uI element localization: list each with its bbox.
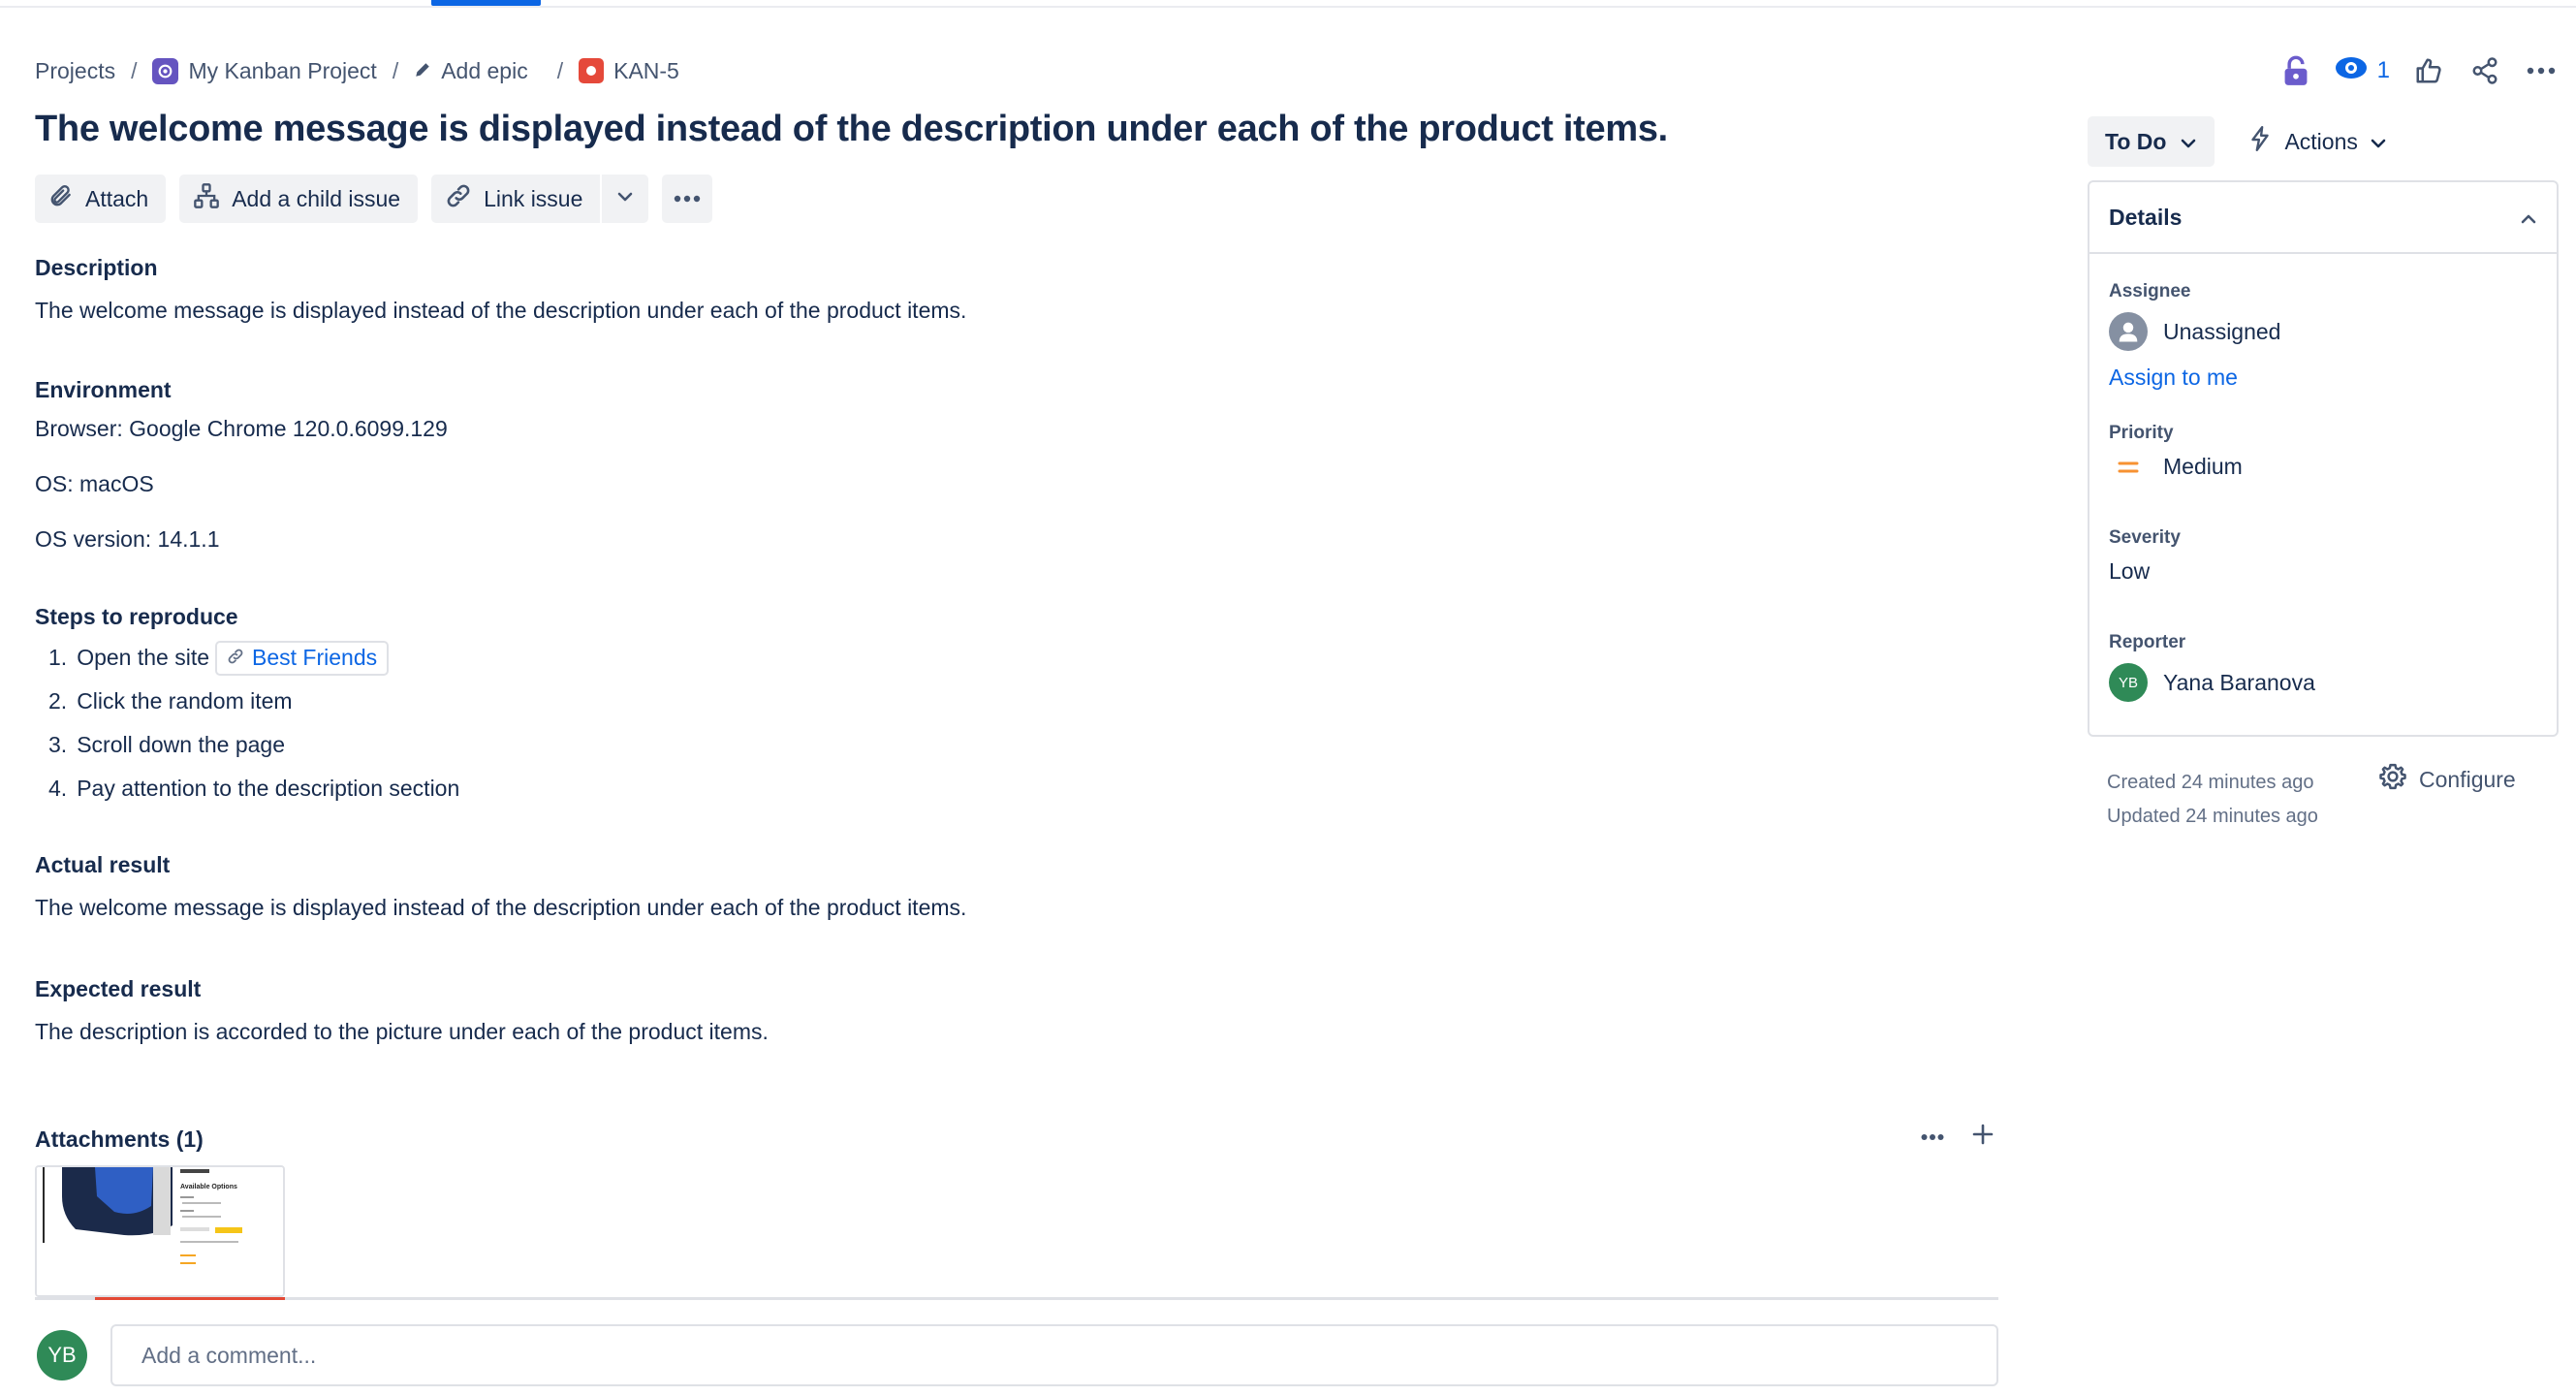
add-child-issue-button[interactable]: Add a child issue	[179, 174, 419, 223]
details-header[interactable]: Details	[2089, 182, 2557, 254]
attachment-thumbnail[interactable]: Available Options	[35, 1165, 285, 1297]
breadcrumb-projects[interactable]: Projects	[35, 58, 115, 84]
gear-icon	[2378, 762, 2407, 797]
breadcrumb-separator: /	[131, 57, 138, 83]
list-item: 2. Click the random item	[48, 688, 293, 714]
list-item: 3. Scroll down the page	[48, 732, 285, 757]
avatar: YB	[37, 1330, 87, 1380]
environment-os-version[interactable]: OS version: 14.1.1	[35, 520, 2002, 558]
severity-value[interactable]: Low	[2109, 558, 2181, 585]
attachment-preview-image: Available Options	[37, 1167, 283, 1295]
priority-field: Priority Medium	[2109, 423, 2243, 480]
steps-list: 1. Open the site Best Friends 2. Click t…	[35, 636, 2002, 810]
issue-body: Description The welcome message is displ…	[35, 248, 2002, 1051]
updated-timestamp: Updated 24 minutes ago	[2107, 806, 2318, 827]
lightning-icon	[2247, 125, 2273, 158]
link-issue-group: Link issue	[431, 174, 649, 223]
list-item: 4. Pay attention to the description sect…	[48, 776, 460, 801]
paperclip-icon	[48, 183, 74, 214]
breadcrumb-issue-key[interactable]: KAN-5	[579, 58, 679, 84]
status-dropdown[interactable]: To Do	[2088, 116, 2215, 167]
issue-header-actions: 1	[2278, 50, 2559, 91]
configure-button[interactable]: Configure	[2378, 762, 2516, 797]
environment-heading: Environment	[35, 377, 172, 402]
breadcrumb-separator: /	[556, 57, 564, 83]
reporter-value[interactable]: YB Yana Baranova	[2109, 663, 2315, 702]
details-panel: Details Assignee Unassigned Assign to me…	[2088, 180, 2559, 737]
actions-dropdown[interactable]: Actions	[2238, 116, 2396, 167]
chevron-up-icon	[2520, 205, 2537, 231]
watchers-count: 1	[2376, 57, 2390, 83]
bug-icon	[579, 58, 605, 83]
status-row: To Do Actions	[2088, 116, 2397, 167]
reporter-field: Reporter YB Yana Baranova	[2109, 632, 2315, 702]
chevron-down-icon	[2370, 129, 2387, 155]
assign-to-me-link[interactable]: Assign to me	[2109, 365, 2280, 391]
priority-value[interactable]: Medium	[2109, 454, 2243, 480]
breadcrumb-separator: /	[392, 57, 399, 83]
unassigned-avatar-icon	[2109, 312, 2148, 351]
severity-field: Severity Low	[2109, 527, 2181, 585]
lock-icon[interactable]	[2278, 51, 2313, 90]
expected-result-heading: Expected result	[35, 976, 202, 1001]
best-friends-link[interactable]: Best Friends	[215, 640, 390, 676]
actual-result-heading: Actual result	[35, 852, 171, 877]
attachments-divider	[35, 1297, 1998, 1300]
chevron-down-icon	[2180, 129, 2197, 155]
hierarchy-icon	[193, 182, 220, 215]
environment-os[interactable]: OS: macOS	[35, 464, 2002, 503]
link-issue-button[interactable]: Link issue	[431, 174, 601, 223]
description-heading: Description	[35, 255, 158, 280]
active-tab-indicator	[431, 0, 541, 6]
assignee-value[interactable]: Unassigned	[2109, 312, 2280, 351]
breadcrumb-add-epic[interactable]: Add epic	[414, 58, 528, 84]
more-actions-button[interactable]	[662, 174, 713, 223]
link-icon	[445, 182, 472, 215]
issue-timestamps: Created 24 minutes ago Updated 24 minute…	[2107, 766, 2318, 834]
breadcrumb-project[interactable]: My Kanban Project	[152, 57, 377, 84]
assignee-field: Assignee Unassigned Assign to me	[2109, 281, 2281, 391]
attachment-preview-title: Available Options	[180, 1184, 237, 1190]
add-icon[interactable]	[1971, 1123, 1995, 1151]
attachments-actions	[1921, 1123, 1995, 1151]
issue-toolbar: Attach Add a child issue Link issue	[35, 174, 713, 223]
pencil-icon	[414, 58, 431, 84]
project-avatar-icon	[152, 57, 179, 84]
watch-button[interactable]: 1	[2335, 56, 2390, 86]
description-text[interactable]: The welcome message is displayed instead…	[35, 291, 2002, 330]
actual-result-text[interactable]: The welcome message is displayed instead…	[35, 888, 2002, 927]
more-icon[interactable]	[1921, 1128, 1944, 1146]
more-icon	[674, 190, 701, 207]
top-nav-strip	[0, 0, 2576, 8]
thumbs-up-icon[interactable]	[2411, 51, 2446, 90]
chevron-down-icon	[616, 190, 634, 207]
priority-medium-icon	[2109, 460, 2148, 475]
list-item: 1. Open the site Best Friends	[35, 636, 2002, 680]
link-issue-dropdown[interactable]	[600, 174, 649, 223]
breadcrumb: Projects / My Kanban Project / Add epic …	[35, 54, 679, 87]
created-timestamp: Created 24 minutes ago	[2107, 772, 2314, 793]
issue-title[interactable]: The welcome message is displayed instead…	[35, 109, 1668, 150]
upload-progress-indicator	[95, 1297, 285, 1300]
attach-button[interactable]: Attach	[35, 174, 167, 223]
expected-result-text[interactable]: The description is accorded to the pictu…	[35, 1012, 2002, 1051]
environment-browser[interactable]: Browser: Google Chrome 120.0.6099.129	[35, 409, 2002, 448]
share-icon[interactable]	[2467, 51, 2502, 90]
avatar: YB	[2109, 663, 2148, 702]
more-icon[interactable]	[2524, 51, 2559, 90]
attachments-heading: Attachments (1)	[35, 1126, 204, 1152]
steps-heading: Steps to reproduce	[35, 604, 238, 629]
link-icon	[227, 645, 244, 671]
comment-input[interactable]: Add a comment...	[110, 1324, 1998, 1386]
eye-icon	[2335, 56, 2368, 86]
